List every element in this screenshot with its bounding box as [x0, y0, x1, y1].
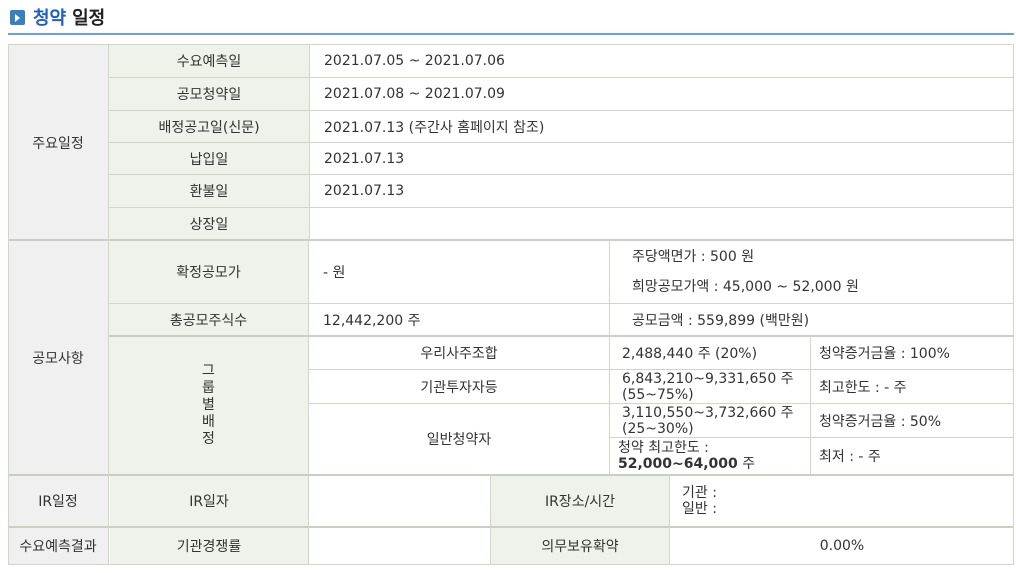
grid-line [669, 475, 670, 565]
ir-date-value [309, 476, 490, 526]
final-price-value: - 원 [309, 241, 609, 303]
grid-line [8, 474, 1014, 476]
schedule-label-listing: 상장일 [109, 208, 309, 240]
grid-line [309, 44, 310, 240]
grid-line [309, 369, 1014, 370]
grid-line [8, 526, 1014, 528]
schedule-value-listing [310, 208, 1014, 240]
grid-line [109, 77, 1014, 78]
group-institution-note: 최고한도 : - 주 [811, 370, 1014, 403]
demand-section-label: 수요예측결과 [8, 528, 108, 564]
grid-line [308, 240, 309, 474]
grid-line [490, 475, 491, 565]
schedule-value-refund: 2021.07.13 [310, 175, 1014, 207]
group-general-note: 청약증거금율 : 50% [811, 404, 1014, 437]
grid-line [109, 142, 1014, 143]
group-general-shares: 3,110,550~3,732,660 주 (25~30%) [610, 404, 810, 437]
group-employee-shares: 2,488,440 주 (20%) [610, 337, 810, 369]
grid-line [308, 475, 309, 565]
schedule-value-allocation-notice: 2021.07.13 (주간사 홈페이지 참조) [310, 111, 1014, 142]
group-institution-shares: 6,843,210~9,331,650 주 (55~75%) [610, 370, 810, 403]
title-rest: 일정 [72, 8, 106, 29]
title-underline [8, 33, 1014, 35]
total-shares-value: 12,442,200 주 [309, 304, 609, 336]
grid-line [309, 403, 1014, 404]
group-allocation-label: 그 룹 별 배 정 [109, 337, 308, 474]
grid-line [109, 174, 1014, 175]
group-general-min: 최저 : - 주 [811, 438, 1014, 474]
group-general-max-value: 52,000~64,000 [618, 456, 738, 472]
final-price-label: 확정공모가 [109, 241, 308, 303]
grid-line [8, 44, 9, 565]
schedule-label-allocation-notice: 배정공고일(신문) [109, 111, 309, 142]
group-general-name: 일반청약자 [309, 404, 609, 474]
schedule-section-label: 주요일정 [8, 45, 108, 240]
desired-price: 희망공모가액 : 45,000 ~ 52,000 원 [632, 279, 859, 295]
grid-line [108, 44, 109, 565]
offering-section-label: 공모사항 [8, 241, 108, 474]
grid-line [109, 303, 1014, 304]
competition-label: 기관경쟁률 [110, 528, 308, 564]
price-info: 주당액면가 : 500 원 희망공모가액 : 45,000 ~ 52,000 원 [610, 241, 1014, 303]
grid-line [109, 110, 1014, 111]
schedule-value-demand-forecast: 2021.07.05 ~ 2021.07.06 [310, 45, 1014, 77]
lockup-label: 의무보유확약 [491, 528, 669, 564]
schedule-label-subscription: 공모청약일 [109, 78, 309, 110]
competition-value [309, 528, 490, 564]
total-amount: 공모금액 : 559,899 (백만원) [610, 304, 1014, 336]
grid-line [109, 335, 1014, 337]
schedule-value-subscription: 2021.07.08 ~ 2021.07.09 [310, 78, 1014, 110]
ir-place-value: 기관 : 일반 : [670, 476, 1014, 526]
grid-line [8, 564, 1014, 565]
play-arrow-icon [10, 9, 25, 25]
group-employee-name: 우리사주조합 [309, 337, 609, 369]
grid-line [109, 207, 1014, 208]
grid-line [8, 44, 1014, 45]
ir-place-label: IR장소/시간 [491, 476, 669, 526]
grid-line [609, 240, 610, 474]
group-institution-name: 기관투자자등 [309, 370, 609, 403]
total-shares-label: 총공모주식수 [109, 304, 308, 336]
grid-line [8, 239, 1014, 241]
schedule-label-demand-forecast: 수요예측일 [109, 45, 309, 77]
schedule-label-refund: 환불일 [109, 175, 309, 207]
grid-line [810, 336, 811, 474]
schedule-value-payment: 2021.07.13 [310, 143, 1014, 174]
group-general-max: 청약 최고한도 : 52,000~64,000 주 [610, 438, 810, 474]
lockup-value: 0.00% [670, 528, 1014, 564]
ir-date-label: IR일자 [110, 476, 308, 526]
section-title: 청약 일정 [10, 4, 105, 30]
grid-line [1013, 44, 1014, 565]
par-value: 주당액면가 : 500 원 [632, 249, 755, 265]
title-highlight: 청약 [33, 8, 67, 29]
grid-line [610, 437, 1014, 438]
schedule-label-payment: 납입일 [109, 143, 309, 174]
group-employee-note: 청약증거금율 : 100% [811, 337, 1014, 369]
ir-section-label: IR일정 [8, 476, 108, 526]
